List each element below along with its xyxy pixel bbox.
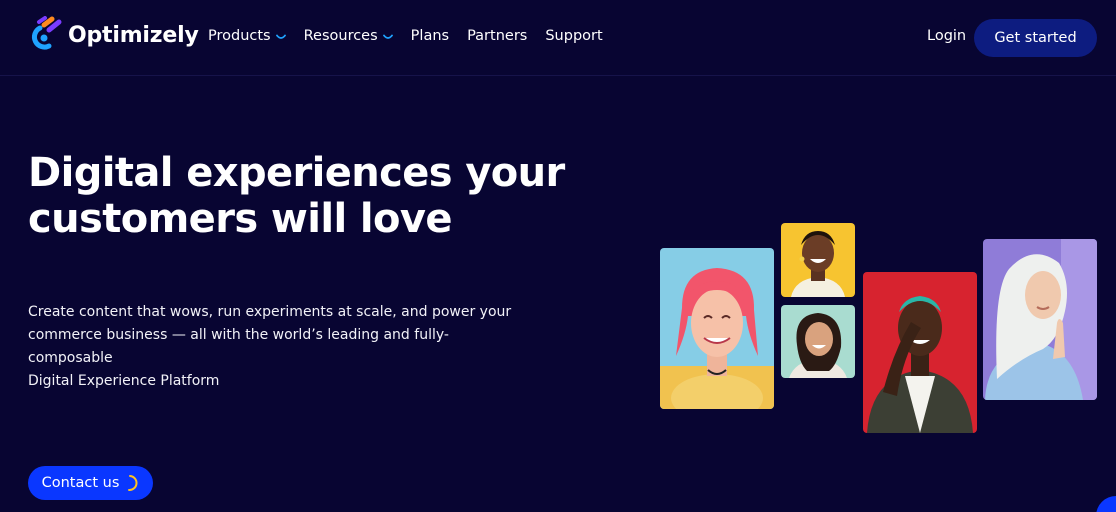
hero-description-line: commerce business — all with the world’s… xyxy=(28,327,449,366)
photo-woman-pink-hair xyxy=(660,248,774,409)
get-started-button[interactable]: Get started xyxy=(974,19,1097,57)
brand-name: Optimizely xyxy=(68,22,199,48)
hero-title: Digital experiences your customers will … xyxy=(28,150,588,242)
brand-logo[interactable]: Optimizely xyxy=(27,16,199,54)
nav-item-label: Plans xyxy=(410,28,450,44)
loading-spinner-icon xyxy=(128,475,138,491)
chevron-down-icon xyxy=(382,34,393,39)
decorative-corner-shape xyxy=(1096,496,1116,512)
nav-item-label: Partners xyxy=(467,28,528,44)
photo-woman-yellow-background xyxy=(781,223,855,297)
nav-item-label: Support xyxy=(545,28,603,44)
contact-us-button[interactable]: Contact us xyxy=(28,466,153,500)
hero-title-line: Digital experiences your xyxy=(28,150,565,196)
main-nav: Products Resources Plans Partners Suppor… xyxy=(208,28,621,44)
optimizely-logo-icon xyxy=(31,16,62,50)
chevron-down-icon xyxy=(275,34,286,39)
nav-item-support[interactable]: Support xyxy=(545,28,602,44)
nav-item-partners[interactable]: Partners xyxy=(467,28,527,44)
hero-description-line: Create content that wows, run experiment… xyxy=(28,304,512,320)
photo-man-red-background xyxy=(863,272,977,433)
nav-item-plans[interactable]: Plans xyxy=(411,28,449,44)
contact-us-label: Contact us xyxy=(41,475,120,491)
hero-description-line: Digital Experience Platform xyxy=(28,373,220,389)
login-link[interactable]: Login xyxy=(927,28,966,44)
nav-item-label: Products xyxy=(208,28,271,44)
hero-description: Create content that wows, run experiment… xyxy=(28,301,528,393)
nav-item-products[interactable]: Products xyxy=(208,28,286,44)
nav-item-resources[interactable]: Resources xyxy=(304,28,393,44)
photo-woman-hijab xyxy=(983,239,1097,400)
nav-item-label: Resources xyxy=(303,28,378,44)
hero-title-line: customers will love xyxy=(28,196,452,242)
site-header: Optimizely Products Resources Plans Part… xyxy=(0,0,1116,76)
photo-woman-teal-background xyxy=(781,305,855,378)
